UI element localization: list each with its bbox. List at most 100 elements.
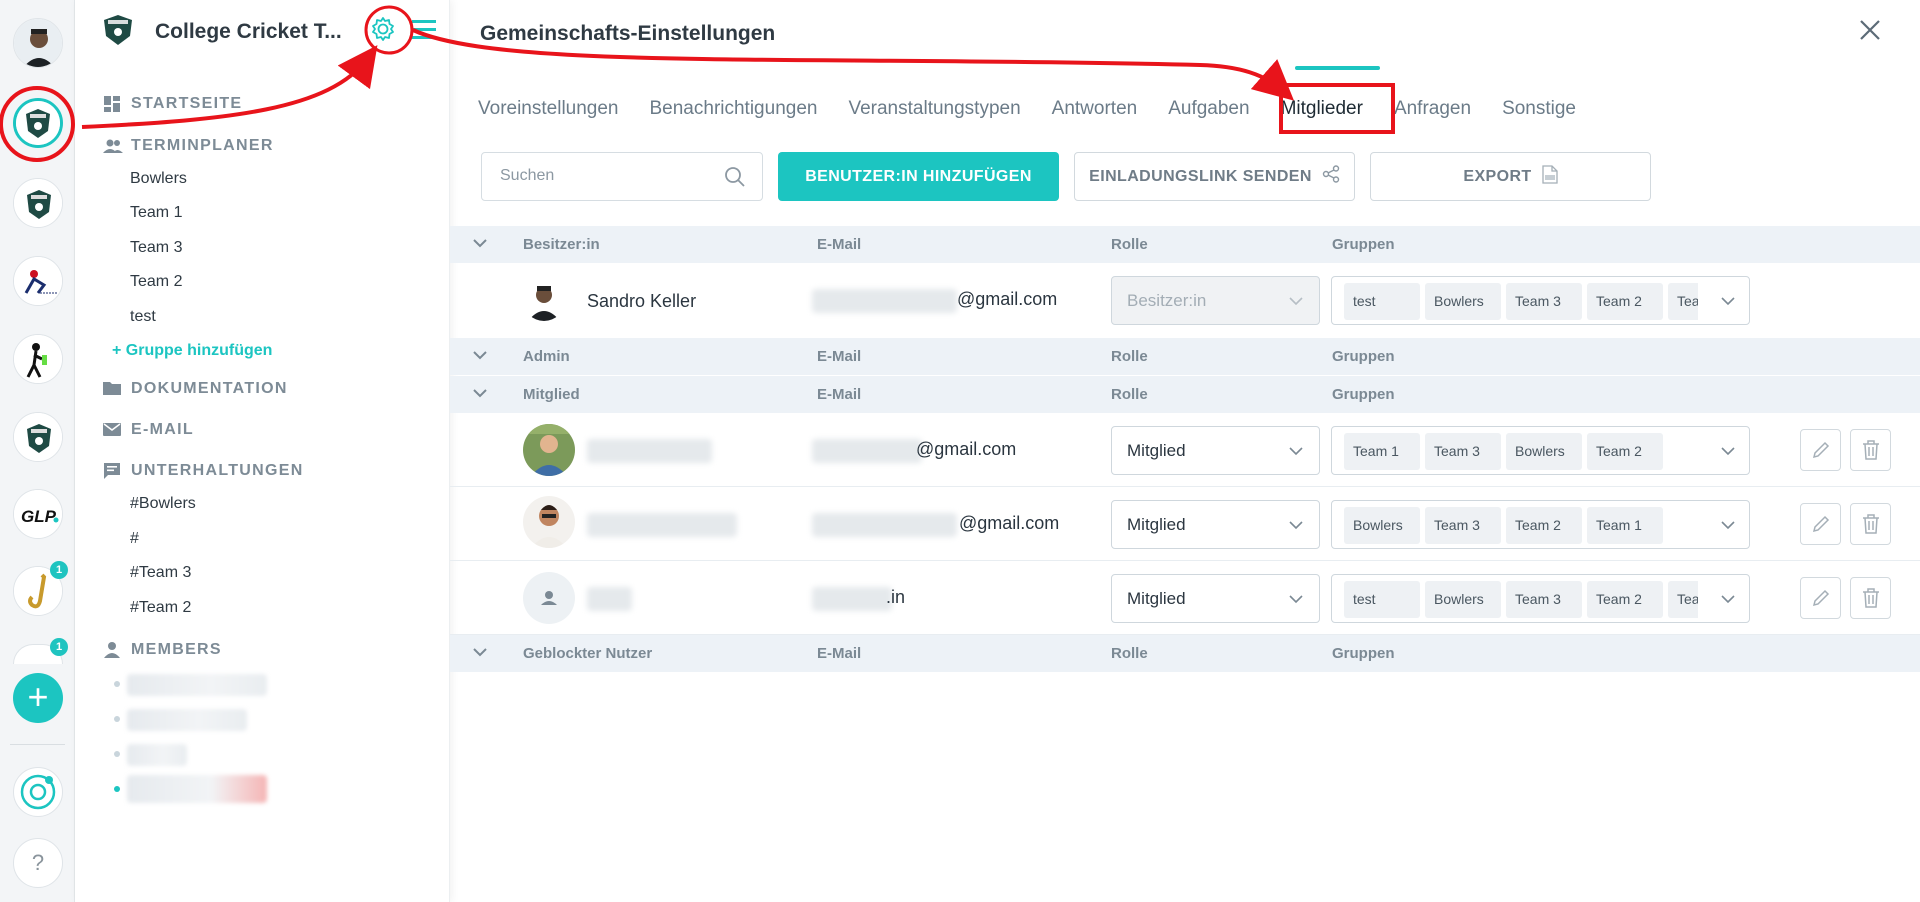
sidebar-item-bowlers[interactable]: Bowlers <box>130 170 187 188</box>
invite-label: EINLADUNGSLINK SENDEN <box>1089 167 1312 185</box>
search-input[interactable] <box>500 167 700 185</box>
community-sidebar: College Cricket T... STARTSEITE TERMINPL… <box>75 0 450 902</box>
email-suffix: @gmail.com <box>916 439 1017 459</box>
community-avatar-active[interactable] <box>13 98 63 148</box>
groups-select[interactable]: testBowlersTeam 3Team 2Team <box>1331 276 1750 325</box>
person-icon <box>541 591 557 605</box>
role-select[interactable]: Mitglied <box>1111 426 1320 475</box>
role-value: Mitglied <box>1127 589 1186 608</box>
member-entry-redacted[interactable] <box>127 709 247 731</box>
chevron-down-icon[interactable] <box>1721 296 1735 306</box>
tab-requests[interactable]: Anfragen <box>1394 98 1471 120</box>
group-tag: Team <box>1668 581 1698 618</box>
tab-event-types[interactable]: Veranstaltungstypen <box>848 98 1020 120</box>
sidebar-item-team-1[interactable]: Team 1 <box>130 204 182 222</box>
send-invite-link-button[interactable]: EINLADUNGSLINK SENDEN <box>1074 152 1355 201</box>
chevron-down-icon[interactable] <box>1721 520 1735 530</box>
trash-icon <box>1862 440 1879 460</box>
sidebar-item-test[interactable]: test <box>130 308 156 326</box>
nav-email[interactable]: E-MAIL <box>103 421 194 439</box>
chevron-down-icon[interactable] <box>472 646 488 658</box>
sidebar-item-team-3[interactable]: Team 3 <box>130 239 182 257</box>
chevron-down-icon[interactable] <box>1721 594 1735 604</box>
avatar <box>523 424 575 476</box>
active-tab-indicator <box>1295 66 1380 70</box>
member-entry-redacted[interactable] <box>127 744 187 766</box>
group-header-blocked[interactable]: Geblockter Nutzer E-Mail Rolle Gruppen <box>450 635 1920 672</box>
tab-responses[interactable]: Antworten <box>1052 98 1138 120</box>
community-avatar[interactable] <box>13 256 63 306</box>
edit-button[interactable] <box>1800 503 1841 545</box>
nav-scheduler[interactable]: TERMINPLANER <box>103 137 274 155</box>
tab-other[interactable]: Sonstige <box>1502 98 1576 120</box>
nav-home[interactable]: STARTSEITE <box>103 95 242 113</box>
delete-button[interactable] <box>1850 577 1891 619</box>
share-icon <box>1322 165 1340 188</box>
edit-button[interactable] <box>1800 429 1841 471</box>
user-avatar[interactable] <box>13 18 63 68</box>
member-entry-redacted[interactable] <box>127 775 267 803</box>
hamburger-menu-icon[interactable] <box>412 18 436 40</box>
help-button[interactable]: ? <box>13 838 63 888</box>
export-button[interactable]: EXPORT <box>1370 152 1651 201</box>
group-tag: Team 3 <box>1425 507 1501 544</box>
group-tag: Team 1 <box>1587 507 1663 544</box>
member-status-dot <box>114 786 120 792</box>
sidebar-item-team-2[interactable]: Team 2 <box>130 273 182 291</box>
add-group-link[interactable]: + Gruppe hinzufügen <box>112 342 272 360</box>
tab-tasks[interactable]: Aufgaben <box>1168 98 1249 120</box>
chevron-down-icon[interactable] <box>1721 446 1735 456</box>
app-rail: GLP 1 1 + ? <box>0 0 75 902</box>
add-user-button[interactable]: BENUTZER:IN HINZUFÜGEN <box>778 152 1059 201</box>
group-header-owner[interactable]: Besitzer:in E-Mail Rolle Gruppen <box>450 226 1920 263</box>
person-icon <box>103 641 121 659</box>
tab-notifications[interactable]: Benachrichtigungen <box>650 98 818 120</box>
role-select[interactable]: Mitglied <box>1111 500 1320 549</box>
group-header-admin[interactable]: Admin E-Mail Rolle Gruppen <box>450 338 1920 375</box>
groups-select[interactable]: Team 1 Team 3 Bowlers Team 2 <box>1331 426 1750 475</box>
role-value: Mitglied <box>1127 515 1186 534</box>
community-avatar[interactable] <box>13 412 63 462</box>
edit-button[interactable] <box>1800 577 1841 619</box>
sidebar-header: College Cricket T... <box>75 0 450 64</box>
member-search <box>481 152 763 201</box>
delete-button[interactable] <box>1850 503 1891 545</box>
community-avatar[interactable]: GLP <box>13 489 63 539</box>
chevron-down-icon[interactable] <box>472 387 488 399</box>
channel-team-3[interactable]: #Team 3 <box>130 564 191 582</box>
chevron-down-icon[interactable] <box>472 349 488 361</box>
add-community-button[interactable]: + <box>13 673 63 723</box>
channel-bowlers[interactable]: #Bowlers <box>130 495 196 513</box>
trash-icon <box>1862 588 1879 608</box>
orbit-icon[interactable] <box>13 767 63 817</box>
tab-members[interactable]: Mitglieder <box>1281 98 1363 120</box>
name-redacted <box>587 587 632 611</box>
pencil-icon <box>1812 515 1829 533</box>
community-avatar[interactable] <box>13 178 63 228</box>
community-avatar[interactable] <box>13 334 63 384</box>
chevron-down-icon[interactable] <box>472 237 488 249</box>
group-tag: test <box>1344 581 1420 618</box>
search-icon[interactable] <box>724 166 746 188</box>
groups-select[interactable]: Bowlers Team 3 Team 2 Team 1 <box>1331 500 1750 549</box>
close-icon[interactable] <box>1858 18 1882 42</box>
group-label-member: Mitglied <box>523 386 580 403</box>
notification-badge: 1 <box>50 638 68 656</box>
community-title: College Cricket T... <box>155 20 342 43</box>
nav-conversations-label: UNTERHALTUNGEN <box>131 462 304 479</box>
delete-button[interactable] <box>1850 429 1891 471</box>
column-groups: Gruppen <box>1332 386 1395 403</box>
email-redacted <box>812 439 922 463</box>
group-header-member[interactable]: Mitglied E-Mail Rolle Gruppen <box>450 376 1920 413</box>
member-entry-redacted[interactable] <box>127 674 267 696</box>
channel-unnamed[interactable]: # <box>130 530 139 548</box>
tab-preferences[interactable]: Voreinstellungen <box>478 98 619 120</box>
nav-conversations[interactable]: UNTERHALTUNGEN <box>103 462 304 480</box>
nav-documentation[interactable]: DOKUMENTATION <box>103 380 288 398</box>
role-select[interactable]: Mitglied <box>1111 574 1320 623</box>
channel-team-2[interactable]: #Team 2 <box>130 599 191 617</box>
groups-select[interactable]: testBowlersTeam 3Team 2Team <box>1331 574 1750 623</box>
group-tag: Team 2 <box>1587 581 1663 618</box>
nav-members[interactable]: MEMBERS <box>103 641 222 659</box>
gear-icon[interactable] <box>368 14 398 44</box>
